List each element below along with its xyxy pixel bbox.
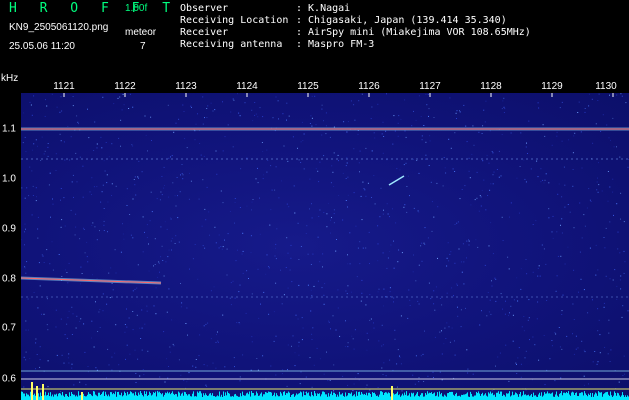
header-panel: H R O F F T 1.00f KN9_2505061120.png met… [0,0,629,72]
x-tick-label: 1124 [236,81,258,92]
receiver-label: Receiver [180,27,229,38]
spectrogram-plot [21,93,629,400]
noise-layer [21,93,629,394]
location-value: : Chigasaki, Japan (139.414 35.340) [296,15,507,26]
spectrogram-canvas [21,93,629,400]
file-name: KN9_2505061120.png [9,22,109,33]
detection-mode: meteor [125,27,157,38]
signal-baseline [21,382,629,400]
observer-value: : K.Nagai [296,3,351,14]
x-tick-label: 1129 [541,81,563,92]
antenna-label: Receiving antenna [180,39,283,50]
app-title: H R O F F T [9,1,178,16]
tick-marks [63,93,614,97]
y-tick-label: 0.6 [2,373,16,385]
receiver-value: : AirSpy mini (Miakejima VOR 108.65MHz) [296,27,531,38]
y-tick-label: 0.7 [2,322,16,334]
detection-count: 7 [140,41,146,52]
x-tick-label: 1123 [175,81,197,92]
x-tick-label: 1121 [53,81,75,92]
y-axis-unit: kHz [1,73,19,84]
app-version: 1.00f [125,3,148,14]
y-tick-label: 1.0 [2,173,16,185]
x-tick-label: 1130 [595,81,617,92]
location-label: Receiving Location [180,15,289,26]
x-tick-label: 1128 [480,81,502,92]
x-tick-label: 1122 [114,81,136,92]
observer-label: Observer [180,3,229,14]
x-tick-label: 1126 [358,81,380,92]
timestamp: 25.05.06 11:20 [9,41,75,52]
meteor-echo-short [388,175,405,186]
y-tick-label: 0.9 [2,223,16,235]
x-tick-label: 1127 [419,81,441,92]
antenna-value: : Maspro FM-3 [296,39,375,50]
x-tick-label: 1125 [297,81,319,92]
y-tick-label: 0.8 [2,273,16,285]
y-tick-label: 1.1 [2,123,16,135]
meteor-echo [21,277,162,284]
